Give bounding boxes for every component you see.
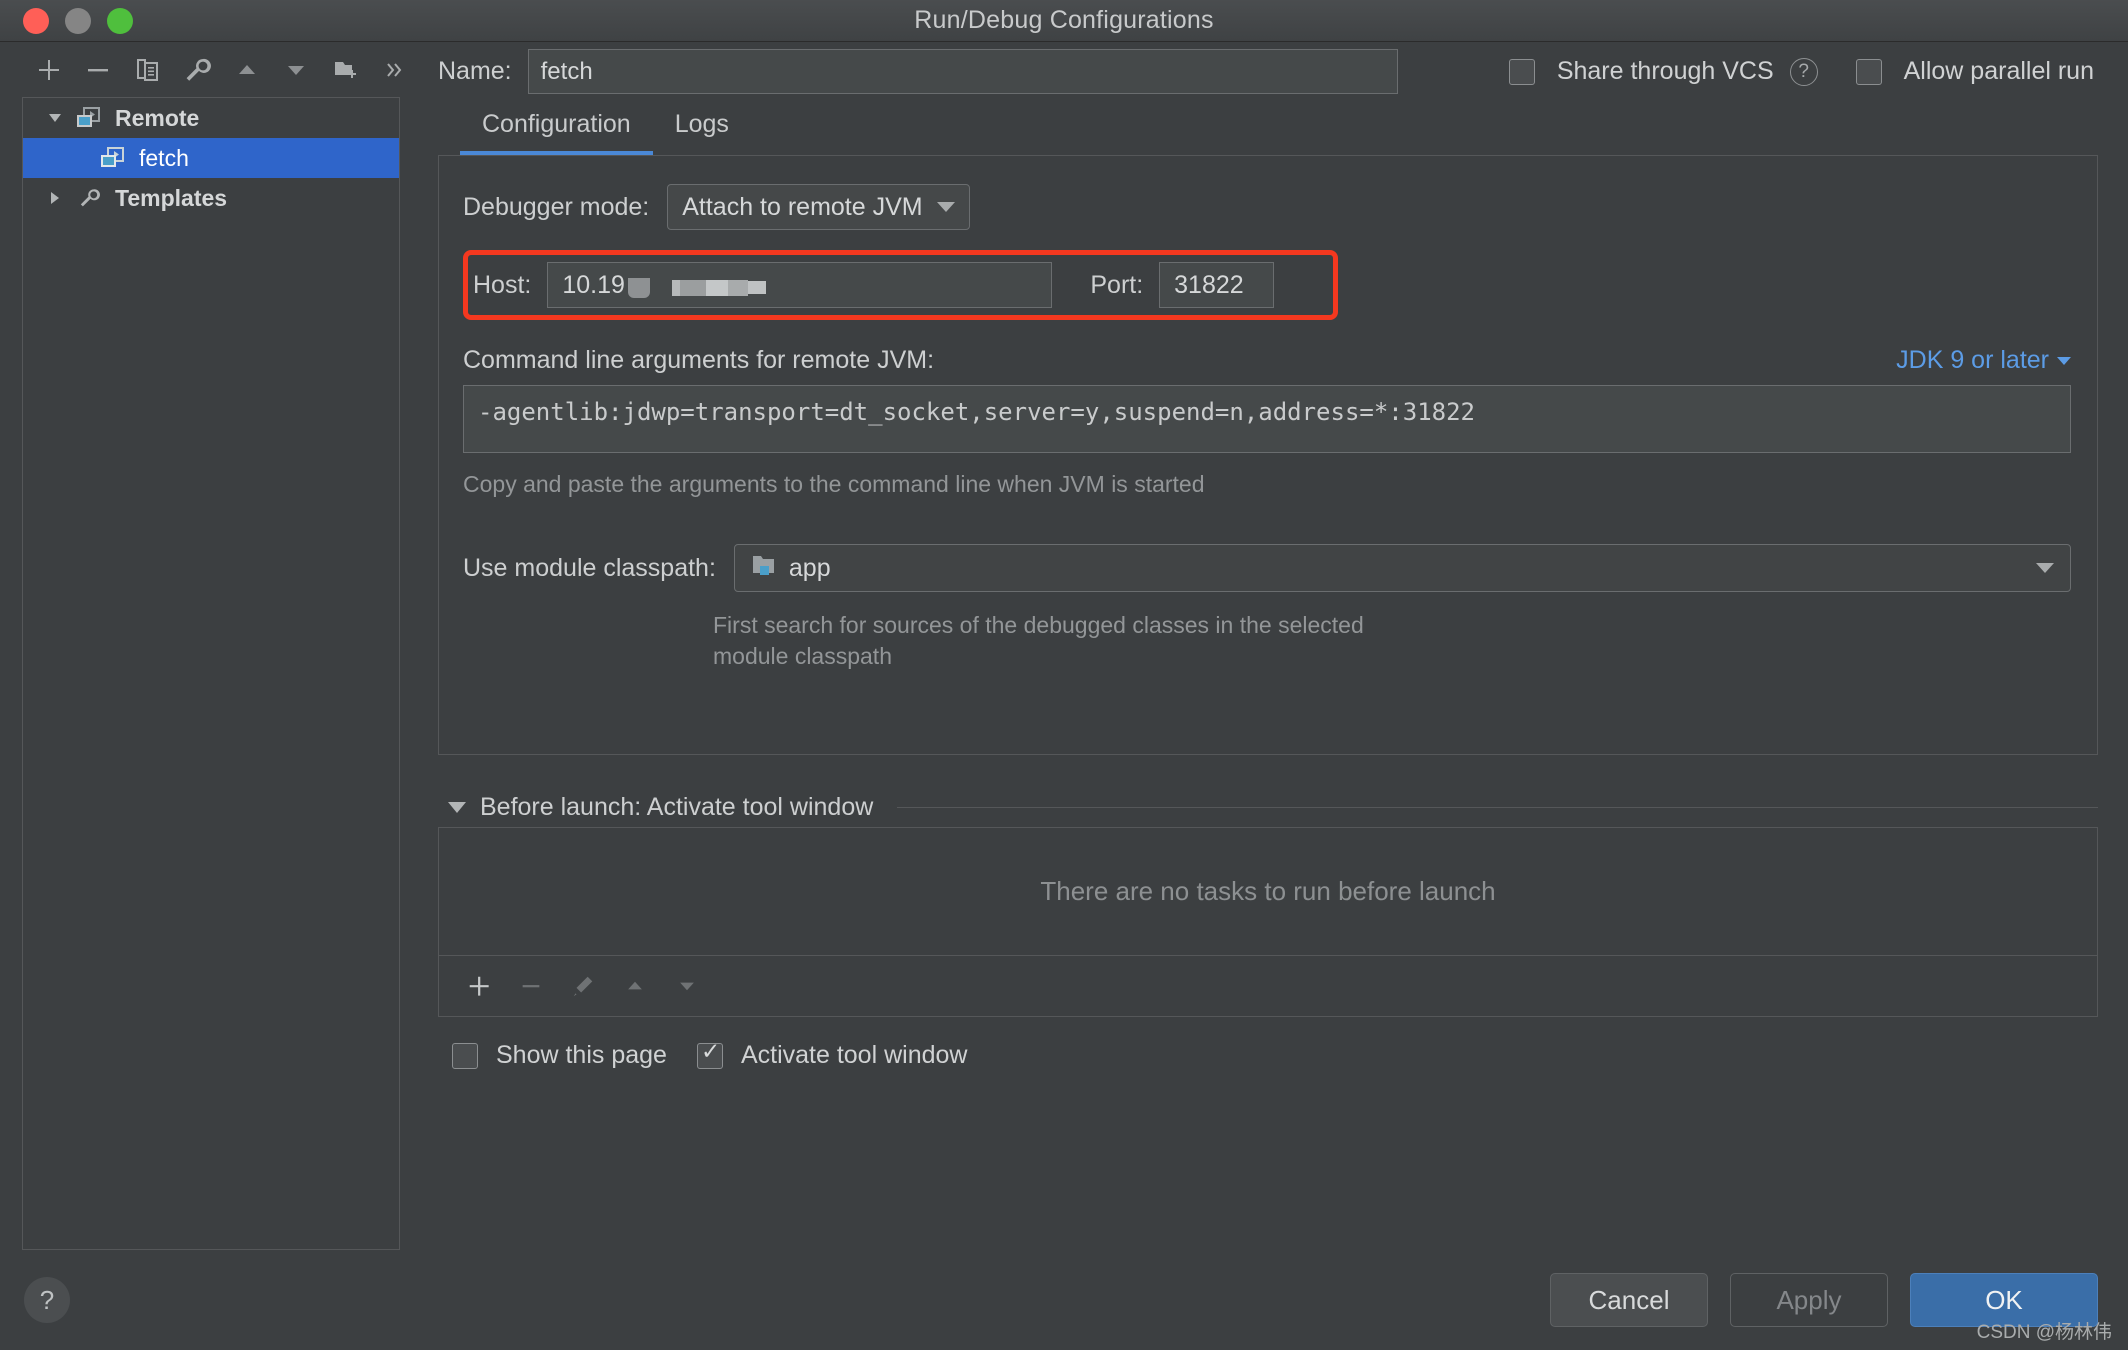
debugger-mode-dropdown[interactable]: Attach to remote JVM [667, 184, 969, 230]
host-port-row: Host: 10.19 Port: 31822 [463, 250, 1338, 320]
tab-configuration[interactable]: Configuration [460, 110, 653, 155]
command-line-arguments-field[interactable]: -agentlib:jdwp=transport=dt_socket,serve… [463, 385, 2071, 453]
tree-item-label: fetch [139, 145, 189, 172]
remote-config-icon [77, 106, 103, 130]
remote-config-icon [101, 146, 127, 170]
debugger-mode-value: Attach to remote JVM [682, 193, 922, 222]
module-classpath-label: Use module classpath: [463, 554, 716, 583]
section-divider [897, 807, 2098, 808]
expand-collapse-icon[interactable] [45, 109, 65, 127]
empty-tasks-message: There are no tasks to run before launch [1040, 876, 1495, 907]
before-launch-header[interactable]: Before launch: Activate tool window [438, 787, 2098, 827]
editor-tabs: Configuration Logs [438, 97, 2098, 155]
copy-configuration-button[interactable] [123, 48, 173, 92]
port-label: Port: [1090, 271, 1143, 300]
debugger-mode-row: Debugger mode: Attach to remote JVM [463, 184, 2071, 230]
activate-tool-window-checkbox[interactable] [697, 1043, 723, 1069]
configuration-card: Debugger mode: Attach to remote JVM Host… [438, 155, 2098, 755]
window-title: Run/Debug Configurations [0, 6, 2128, 35]
host-input[interactable]: 10.19 [547, 262, 1052, 308]
add-configuration-button[interactable] [24, 48, 74, 92]
more-options-button[interactable] [371, 48, 421, 92]
jdk-version-label: JDK 9 or later [1896, 346, 2049, 375]
before-launch-task-list[interactable]: There are no tasks to run before launch [438, 827, 2098, 955]
dialog-body: Remote fetch [0, 42, 2128, 1250]
configurations-panel: Remote fetch [0, 42, 420, 1250]
module-classpath-hint: First search for sources of the debugged… [713, 610, 1433, 672]
tree-item-label: Templates [115, 185, 227, 212]
command-line-header: Command line arguments for remote JVM: J… [463, 346, 2071, 375]
allow-parallel-run-checkbox[interactable] [1856, 59, 1882, 85]
run-debug-configurations-dialog: Run/Debug Configurations [0, 0, 2128, 1350]
allow-parallel-run-label: Allow parallel run [1904, 57, 2094, 86]
configuration-editor-panel: Name: fetch Share through VCS ? Allow pa… [420, 42, 2128, 1250]
remove-configuration-button[interactable] [74, 48, 124, 92]
jdk-version-selector[interactable]: JDK 9 or later [1896, 346, 2071, 375]
tree-item-label: Remote [115, 105, 199, 132]
edit-task-pencil-button [557, 961, 609, 1011]
tree-item-templates[interactable]: Templates [23, 178, 399, 218]
show-this-page-label: Show this page [496, 1041, 667, 1070]
module-folder-icon [751, 553, 777, 584]
collapse-triangle-icon[interactable] [448, 802, 466, 813]
chevron-down-icon [2036, 563, 2054, 573]
activate-tool-window-label: Activate tool window [741, 1041, 968, 1070]
tree-item-fetch[interactable]: fetch [23, 138, 399, 178]
configurations-toolbar [0, 42, 420, 97]
redaction-blocks [625, 264, 766, 308]
new-folder-button[interactable] [321, 48, 371, 92]
add-task-button[interactable] [453, 961, 505, 1011]
name-input[interactable]: fetch [528, 49, 1398, 94]
bottom-checkboxes: Show this page Activate tool window [438, 1041, 2098, 1070]
help-icon[interactable]: ? [1790, 58, 1818, 86]
chevron-down-icon [2057, 357, 2071, 365]
name-row: Name: fetch Share through VCS ? Allow pa… [438, 42, 2098, 97]
move-task-down-button [661, 961, 713, 1011]
top-checkboxes: Share through VCS ? Allow parallel run [1509, 57, 2098, 86]
debugger-mode-label: Debugger mode: [463, 193, 649, 222]
tree-item-remote[interactable]: Remote [23, 98, 399, 138]
move-down-button[interactable] [272, 48, 322, 92]
host-label: Host: [473, 271, 531, 300]
command-line-label: Command line arguments for remote JVM: [463, 346, 934, 375]
wrench-icon [77, 186, 103, 210]
edit-templates-wrench-button[interactable] [173, 48, 223, 92]
move-task-up-button [609, 961, 661, 1011]
before-launch-title: Before launch: Activate tool window [480, 793, 873, 822]
remove-task-button [505, 961, 557, 1011]
module-classpath-value: app [789, 554, 831, 583]
expand-collapse-icon[interactable] [45, 189, 65, 207]
show-this-page-checkbox[interactable] [452, 1043, 478, 1069]
before-launch-toolbar [438, 955, 2098, 1017]
host-value: 10.19 [562, 271, 625, 299]
share-through-vcs-checkbox[interactable] [1509, 59, 1535, 85]
command-line-hint: Copy and paste the arguments to the comm… [463, 471, 2071, 498]
help-button[interactable]: ? [24, 1277, 70, 1323]
share-through-vcs-label: Share through VCS [1557, 57, 1774, 86]
move-up-button[interactable] [222, 48, 272, 92]
chevron-down-icon [937, 202, 955, 212]
configurations-tree[interactable]: Remote fetch [22, 97, 400, 1250]
cancel-button[interactable]: Cancel [1550, 1273, 1708, 1327]
tab-logs[interactable]: Logs [653, 110, 751, 155]
apply-button[interactable]: Apply [1730, 1273, 1888, 1327]
title-bar: Run/Debug Configurations [0, 0, 2128, 42]
module-classpath-dropdown[interactable]: app [734, 544, 2071, 592]
dialog-footer: ? Cancel Apply OK CSDN @杨林伟 [0, 1250, 2128, 1350]
port-input[interactable]: 31822 [1159, 262, 1274, 308]
module-classpath-row: Use module classpath: app [463, 544, 2071, 592]
watermark: CSDN @杨林伟 [1977, 1317, 2112, 1344]
name-label: Name: [438, 57, 512, 86]
